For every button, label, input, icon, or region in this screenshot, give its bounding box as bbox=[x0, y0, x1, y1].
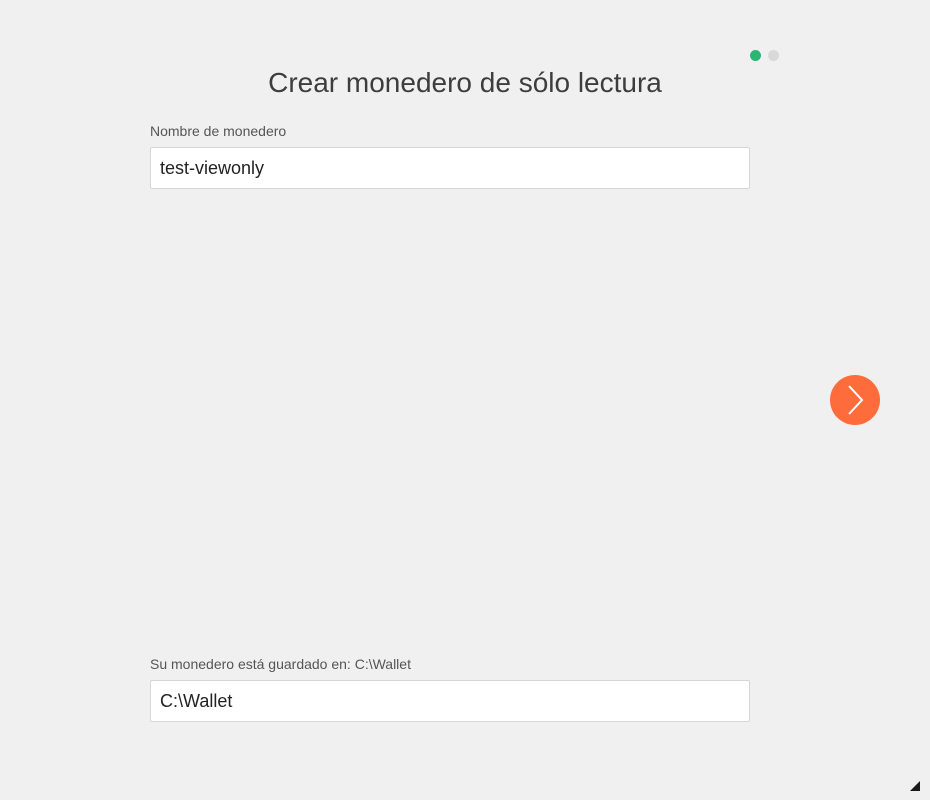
progress-dot-step-1 bbox=[750, 50, 761, 61]
wallet-location-input[interactable] bbox=[150, 680, 750, 722]
resize-grip-icon[interactable] bbox=[910, 781, 920, 791]
wallet-location-label: Su monedero está guardado en: C:\Wallet bbox=[150, 656, 411, 672]
next-button[interactable] bbox=[830, 375, 880, 425]
page-title: Crear monedero de sólo lectura bbox=[268, 67, 662, 98]
wallet-name-input[interactable] bbox=[150, 147, 750, 189]
progress-dot-step-2 bbox=[768, 50, 779, 61]
progress-indicator bbox=[750, 50, 779, 61]
wallet-name-label: Nombre de monedero bbox=[150, 123, 287, 139]
chevron-right-icon bbox=[848, 385, 864, 415]
